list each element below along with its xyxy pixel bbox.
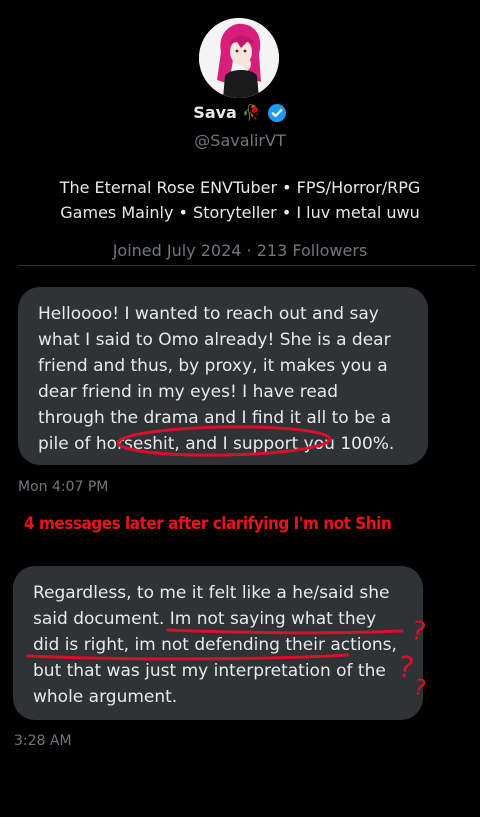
profile-handle[interactable]: @SavalirVT xyxy=(0,131,480,150)
message-bubble[interactable]: Regardless, to me it felt like a he/said… xyxy=(13,566,423,720)
bio-line: Games Mainly • Storyteller • I luv metal… xyxy=(60,203,420,222)
profile-avatar[interactable] xyxy=(199,18,279,98)
bio-line: The Eternal Rose ENVTuber • FPS/Horror/R… xyxy=(59,178,421,197)
divider xyxy=(18,265,476,266)
message-timestamp: 3:28 AM xyxy=(14,733,72,749)
avatar-illustration xyxy=(199,18,279,98)
profile-name-row: Sava 🥀 xyxy=(0,102,480,123)
verified-badge-icon xyxy=(267,103,287,123)
profile-name: Sava xyxy=(193,103,237,122)
message-timestamp: Mon 4:07 PM xyxy=(18,479,109,495)
message-bubble[interactable]: Helloooo! I wanted to reach out and say … xyxy=(18,287,428,465)
profile-bio: The Eternal Rose ENVTuber • FPS/Horror/R… xyxy=(30,175,450,225)
rose-icon: 🥀 xyxy=(242,103,262,122)
joined-followers: Joined July 2024 · 213 Followers xyxy=(112,241,368,260)
message-text: Regardless, to me it felt like a he/said… xyxy=(33,583,397,707)
annotation-caption: 4 messages later after clarifying I'm no… xyxy=(24,514,392,534)
message-text: Helloooo! I wanted to reach out and say … xyxy=(38,304,395,454)
